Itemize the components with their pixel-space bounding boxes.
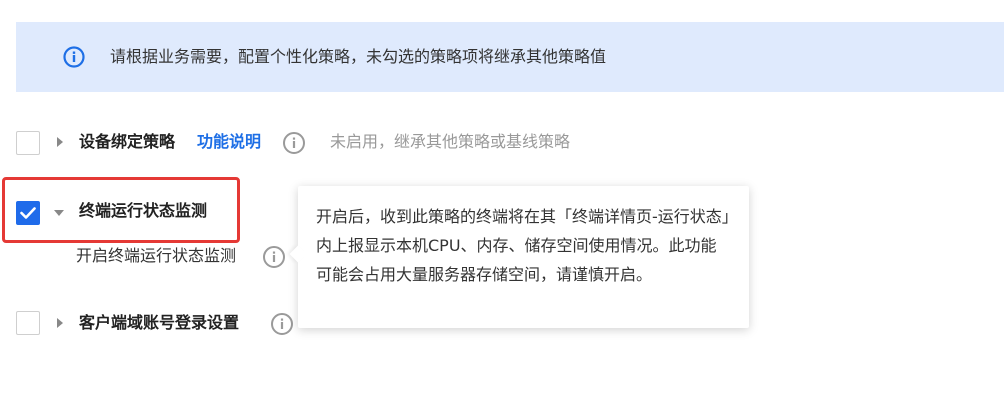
- policy-checkbox-domain-login[interactable]: [16, 311, 40, 335]
- tooltip-popover: 开启后，收到此策略的终端将在其「终端详情页-运行状态」内上报显示本机CPU、内存…: [289, 186, 749, 328]
- policy-settings-page: 请根据业务需要，配置个性化策略，未勾选的策略项将继承其他策略值 设备绑定策略 功…: [0, 0, 1004, 411]
- tooltip-text: 开启后，收到此策略的终端将在其「终端详情页-运行状态」内上报显示本机CPU、内存…: [316, 207, 730, 284]
- info-icon[interactable]: [282, 131, 306, 155]
- policy-checkbox-terminal-monitoring[interactable]: [16, 201, 40, 225]
- info-circle-icon: [63, 46, 85, 68]
- policy-title-domain-login[interactable]: 客户端域账号登录设置: [79, 311, 239, 335]
- tooltip-arrow: [289, 245, 307, 263]
- caret-right-icon[interactable]: [55, 318, 65, 328]
- info-icon[interactable]: [262, 245, 286, 269]
- caret-down-icon[interactable]: [54, 208, 64, 218]
- policy-status-text: 未启用，继承其他策略或基线策略: [330, 132, 571, 151]
- info-icon[interactable]: [270, 312, 294, 336]
- info-notice-banner: 请根据业务需要，配置个性化策略，未勾选的策略项将继承其他策略值: [16, 22, 1004, 92]
- notice-text: 请根据业务需要，配置个性化策略，未勾选的策略项将继承其他策略值: [110, 47, 607, 66]
- feature-description-link[interactable]: 功能说明: [197, 130, 261, 154]
- caret-right-icon[interactable]: [55, 137, 65, 147]
- option-label-enable-monitoring: 开启终端运行状态监测: [76, 246, 237, 265]
- policy-title-terminal-monitoring[interactable]: 终端运行状态监测: [79, 199, 207, 223]
- checkmark-icon: [20, 207, 36, 219]
- policy-checkbox-device-binding[interactable]: [16, 131, 40, 155]
- policy-title-device-binding[interactable]: 设备绑定策略: [79, 130, 175, 154]
